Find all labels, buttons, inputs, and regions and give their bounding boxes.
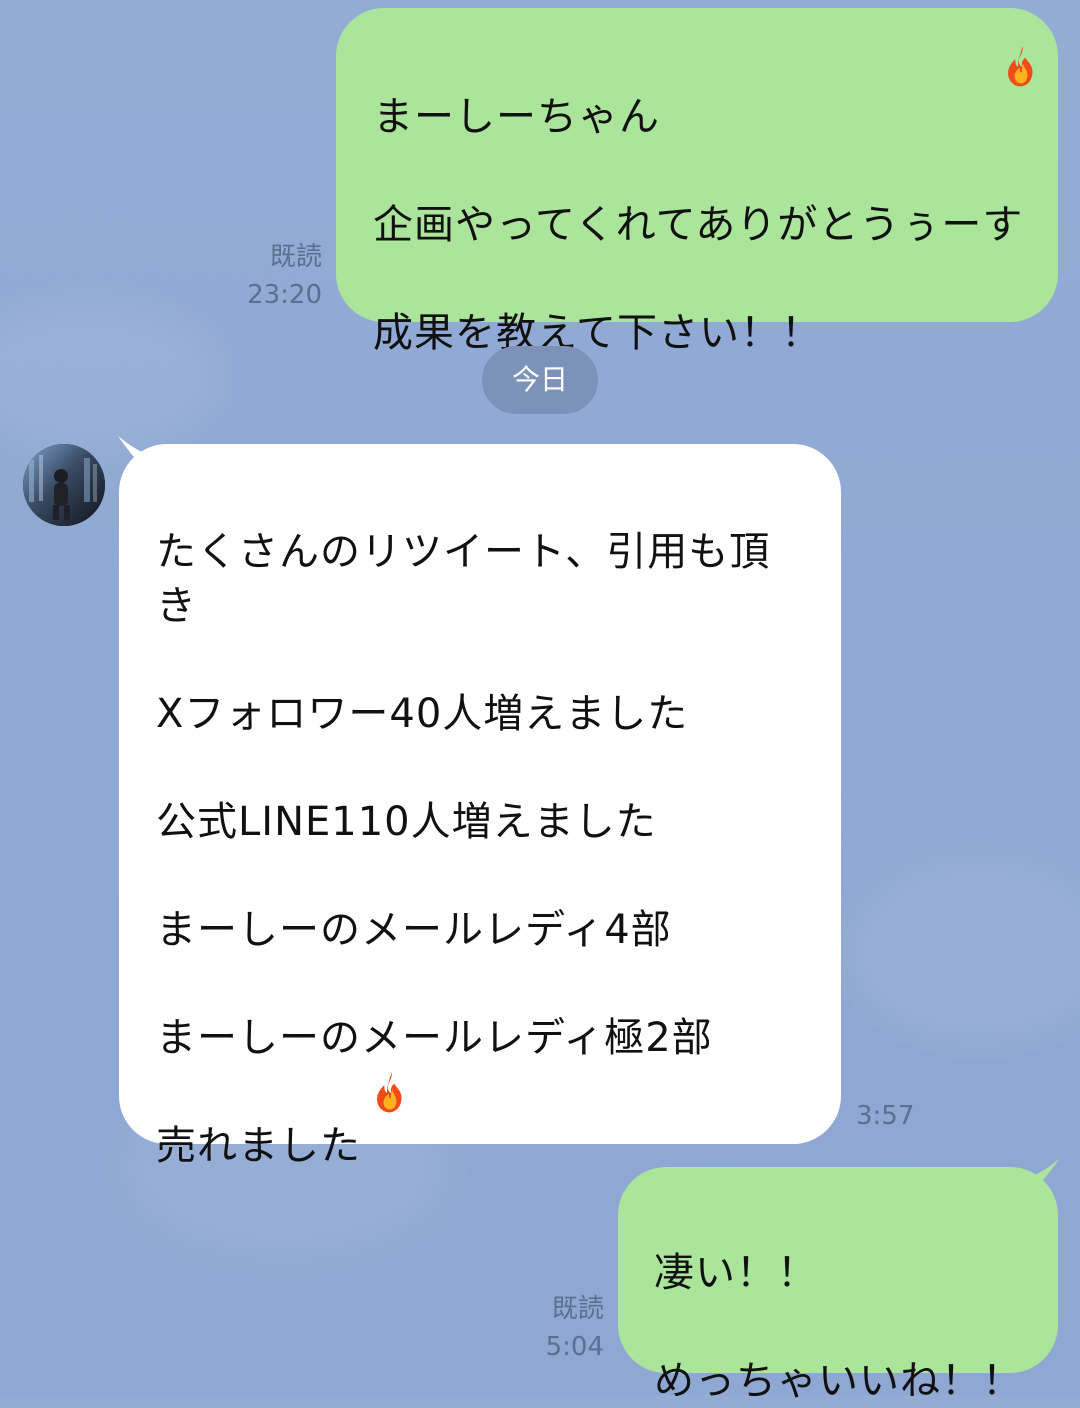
outgoing-message-bubble[interactable]: まーしーちゃん 企画やってくれてありがとうぅーす 成果を教えて下さい！！ <box>336 8 1058 356</box>
read-receipt: 既読 <box>269 242 322 272</box>
message-time: 23:20 <box>247 280 322 310</box>
incoming-message-lines: たくさんのリツイート、引用も頂 き Xフォロワー40人増えました 公式LINE1… <box>156 529 771 1169</box>
outgoing-message-bubble[interactable]: 凄い！！ めっちゃいいね！！ <box>618 1159 1059 1404</box>
incoming-message-text: たくさんのリツイート、引用も頂 き Xフォロワー40人増えました 公式LINE1… <box>156 471 806 1173</box>
outgoing-message-meta: 既読 5:04 <box>520 1290 604 1366</box>
read-receipt: 既読 <box>551 1294 604 1324</box>
background-cloud <box>850 860 1080 1040</box>
message-line-1: まーしーちゃん 企画やってくれてありがとうぅーす 成果を教えて下さい！！ <box>373 94 1024 356</box>
fire-icon <box>1008 46 1033 87</box>
outgoing-message-meta: 既読 23:20 <box>238 238 322 314</box>
background-cloud <box>0 300 220 450</box>
incoming-message-bubble[interactable]: たくさんのリツイート、引用も頂 き Xフォロワー40人増えました 公式LINE1… <box>118 436 841 1169</box>
bubble-tail <box>1026 1159 1059 1195</box>
avatar[interactable] <box>23 444 105 526</box>
bubble-tail <box>118 436 151 472</box>
incoming-message-time: 3:57 <box>856 1101 915 1131</box>
date-separator: 今日 <box>482 346 598 414</box>
outgoing-message-text: まーしーちゃん 企画やってくれてありがとうぅーす 成果を教えて下さい！！ <box>373 36 1033 360</box>
avatar-image <box>23 444 105 526</box>
outgoing-message-lines: 凄い！！ めっちゃいいね！！ <box>654 1250 1023 1404</box>
fire-icon <box>377 1072 402 1113</box>
message-time: 5:04 <box>545 1332 604 1362</box>
outgoing-message-text: 凄い！！ めっちゃいいね！！ <box>654 1192 1034 1408</box>
